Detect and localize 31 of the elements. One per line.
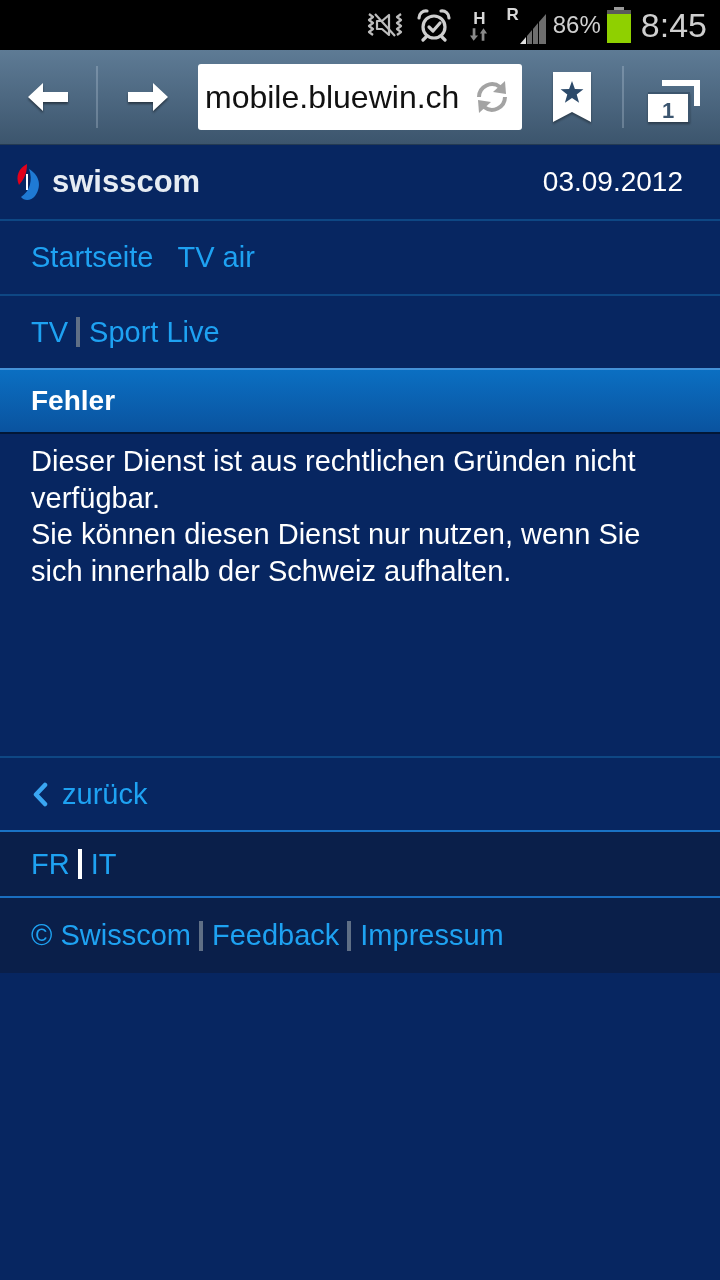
chevron-left-icon	[33, 781, 48, 807]
silent-mode-icon	[366, 11, 405, 39]
back-link[interactable]: zurück	[31, 777, 148, 811]
nav-link[interactable]: Startseite	[31, 241, 154, 274]
roaming-label: R	[506, 6, 519, 24]
tab-count: 1	[648, 92, 690, 122]
arrow-right-icon	[128, 83, 168, 111]
data-arrows-icon	[470, 27, 489, 41]
language-link[interactable]: FR	[31, 847, 70, 881]
language-link[interactable]: IT	[90, 847, 117, 881]
bookmark-star-icon	[553, 72, 591, 122]
date-text: 03.09.2012	[542, 166, 683, 198]
nav-link[interactable]: TV air	[177, 241, 255, 274]
alarm-clock-icon	[416, 8, 453, 42]
footer-link[interactable]: Feedback	[211, 919, 340, 952]
signal-icon	[519, 12, 546, 44]
battery-percentage: 86%	[552, 11, 601, 39]
battery-icon	[606, 7, 631, 43]
footer-link[interactable]: Impressum	[360, 919, 504, 952]
footer-link[interactable]: © Swisscom	[31, 919, 191, 952]
error-message: Sie können diesen Dienst nur nutzen, wenn Sie sich innerhalb der Schweiz aufhalten.	[31, 517, 642, 589]
breadcrumb-link[interactable]: Sport Live	[89, 315, 220, 349]
tabs-button[interactable]: 1	[624, 50, 720, 144]
logo-wordmark: swisscom	[52, 164, 201, 200]
error-message: Dieser Dienst ist aus rechtlichen Gründen nicht verfügbar.	[31, 444, 637, 516]
clock-time: 8:45	[640, 5, 707, 45]
network-type-label: H	[473, 9, 486, 28]
arrow-left-icon	[28, 83, 68, 111]
url-field[interactable]: mobile.bluewin.ch	[198, 64, 522, 130]
breadcrumb-link[interactable]: TV	[31, 315, 69, 349]
section-title: Fehler	[31, 385, 116, 417]
